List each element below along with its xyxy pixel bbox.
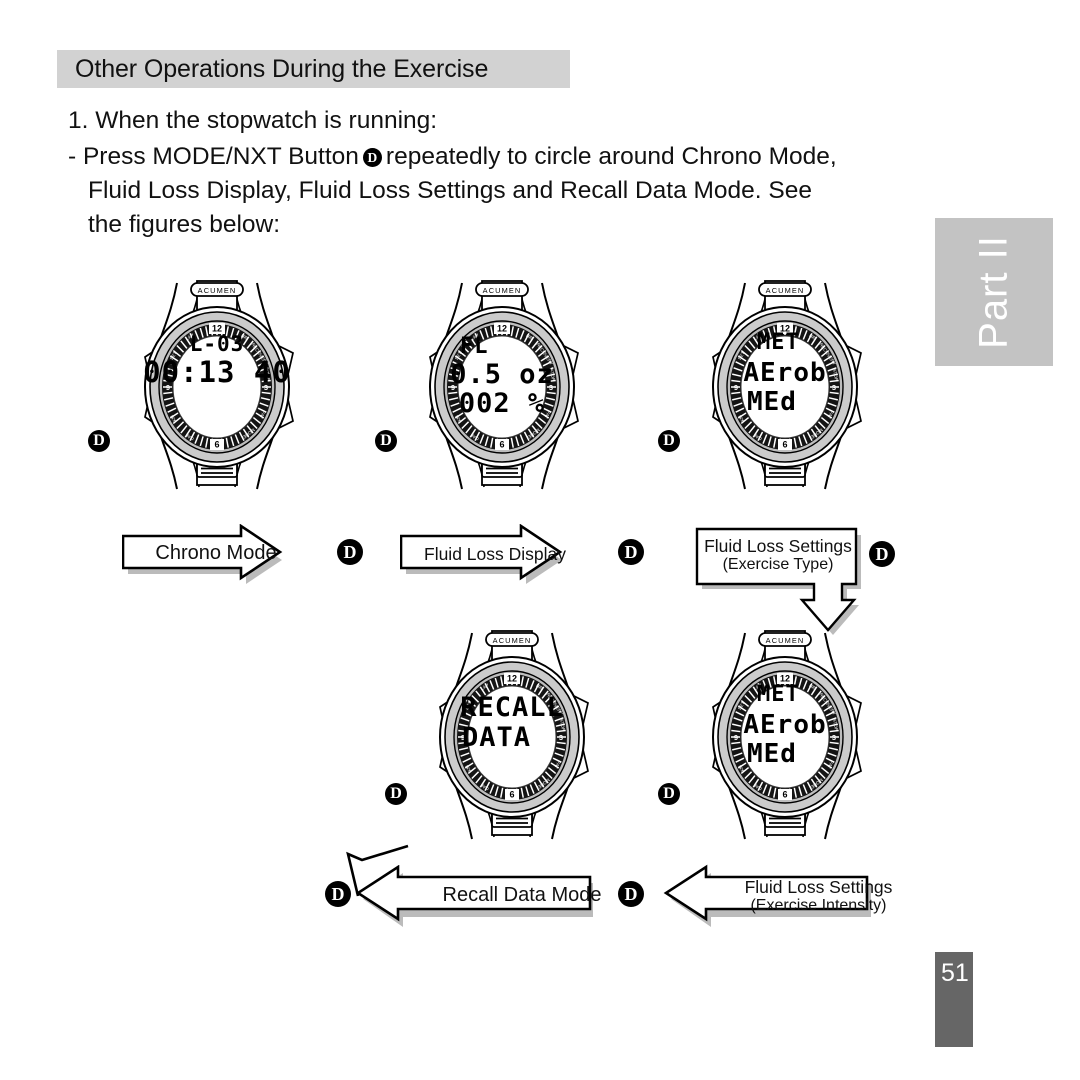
svg-text:ACUMEN: ACUMEN	[493, 636, 532, 645]
part-tab: Part II	[935, 218, 1053, 366]
svg-text:ACUMEN: ACUMEN	[766, 286, 805, 295]
svg-text:12: 12	[780, 324, 790, 334]
mode-nxt-button-icon: D	[362, 148, 382, 167]
part-tab-label: Part II	[971, 235, 1016, 349]
svg-text:9: 9	[734, 383, 738, 392]
flow-badge-5[interactable]: D	[618, 881, 644, 907]
instruction-bullet-prefix: - Press MODE/NXT Button	[68, 143, 359, 170]
instruction-bullet-line-1: - Press MODE/NXT Button Drepeatedly to ci…	[68, 140, 918, 174]
svg-text:ACUMEN: ACUMEN	[198, 286, 237, 295]
flow-label-chrono-mode: Chrono Mode	[122, 524, 310, 584]
svg-text:3: 3	[559, 733, 563, 742]
svg-text:3: 3	[832, 383, 836, 392]
svg-text:12: 12	[780, 674, 790, 684]
svg-text:6: 6	[214, 440, 219, 450]
watch-button-d-fl[interactable]: D	[375, 430, 397, 452]
page-title-band: Other Operations During the Exercise	[57, 50, 570, 88]
svg-text:9: 9	[166, 383, 170, 392]
svg-text:ACUMEN: ACUMEN	[483, 286, 522, 295]
svg-text:6: 6	[509, 790, 514, 800]
svg-text:9: 9	[734, 733, 738, 742]
instruction-bullet-line-3: the figures below:	[88, 211, 281, 238]
instruction-step-number: 1. When the stopwatch is running:	[68, 107, 438, 134]
svg-text:3: 3	[264, 383, 268, 392]
page-number: 51	[941, 959, 969, 987]
svg-text:6: 6	[499, 440, 504, 450]
svg-text:12: 12	[212, 324, 222, 334]
flow-label-fluid-loss-settings-type: Fluid Loss Settings (Exercise Type)	[693, 527, 863, 637]
svg-text:12: 12	[497, 324, 507, 334]
svg-text:9: 9	[451, 383, 455, 392]
watch-figure-recall-data-mode: ACUMEN 12 6 3 9 SET LAP HR RECOVERY STOP FAT MODE CA…	[412, 625, 612, 840]
instruction-block: 1. When the stopwatch is running: - Pres…	[68, 104, 918, 242]
svg-text:3: 3	[549, 383, 553, 392]
watch-button-d-met2[interactable]: D	[658, 783, 680, 805]
svg-text:6: 6	[782, 790, 787, 800]
flow-badge-2[interactable]: D	[618, 539, 644, 565]
watch-figure-fluid-loss-settings-intensity: ACUMEN 12 6 3 9 SET LAP HR RECOVERY STOP FAT MODE CA…	[685, 625, 885, 840]
svg-text:3: 3	[832, 733, 836, 742]
page-number-tab: 51	[935, 952, 973, 1047]
flow-label-fluid-loss-settings-intensity: Fluid Loss Settings (Exercise Intensity)	[648, 863, 892, 929]
flow-badge-3[interactable]: D	[869, 541, 895, 567]
watch-figure-chrono-mode: ACUMEN 12 6 3 9 SET LAP HR RECOVERY STOP FAT MODE CA…	[117, 275, 317, 490]
page-title: Other Operations During the Exercise	[75, 54, 489, 83]
flow-badge-4[interactable]: D	[325, 881, 351, 907]
svg-text:12: 12	[507, 674, 517, 684]
flow-label-fluid-loss-display: Fluid Loss Display	[400, 524, 590, 584]
watch-button-d-recall[interactable]: D	[385, 783, 407, 805]
instruction-bullet-line-2: Fluid Loss Display, Fluid Loss Settings …	[88, 177, 813, 204]
watch-button-d-met[interactable]: D	[658, 430, 680, 452]
manual-page: Other Operations During the Exercise 1. …	[0, 0, 1080, 1080]
svg-text:9: 9	[461, 733, 465, 742]
flow-badge-1[interactable]: D	[337, 539, 363, 565]
watch-figure-fluid-loss-display: ACUMEN 12 6 3 9 SET LAP HR RECOVERY STOP FAT MODE CA…	[402, 275, 602, 490]
connector-recall-up	[340, 838, 410, 898]
svg-text:6: 6	[782, 440, 787, 450]
instruction-bullet-rest: repeatedly to circle around Chrono Mode,	[385, 143, 837, 170]
watch-button-d-chrono[interactable]: D	[88, 430, 110, 452]
watch-figure-fluid-loss-settings-type: ACUMEN 12 6 3 9 SET LAP HR RECOVERY STOP FAT MODE CA…	[685, 275, 885, 490]
svg-text:ACUMEN: ACUMEN	[766, 636, 805, 645]
